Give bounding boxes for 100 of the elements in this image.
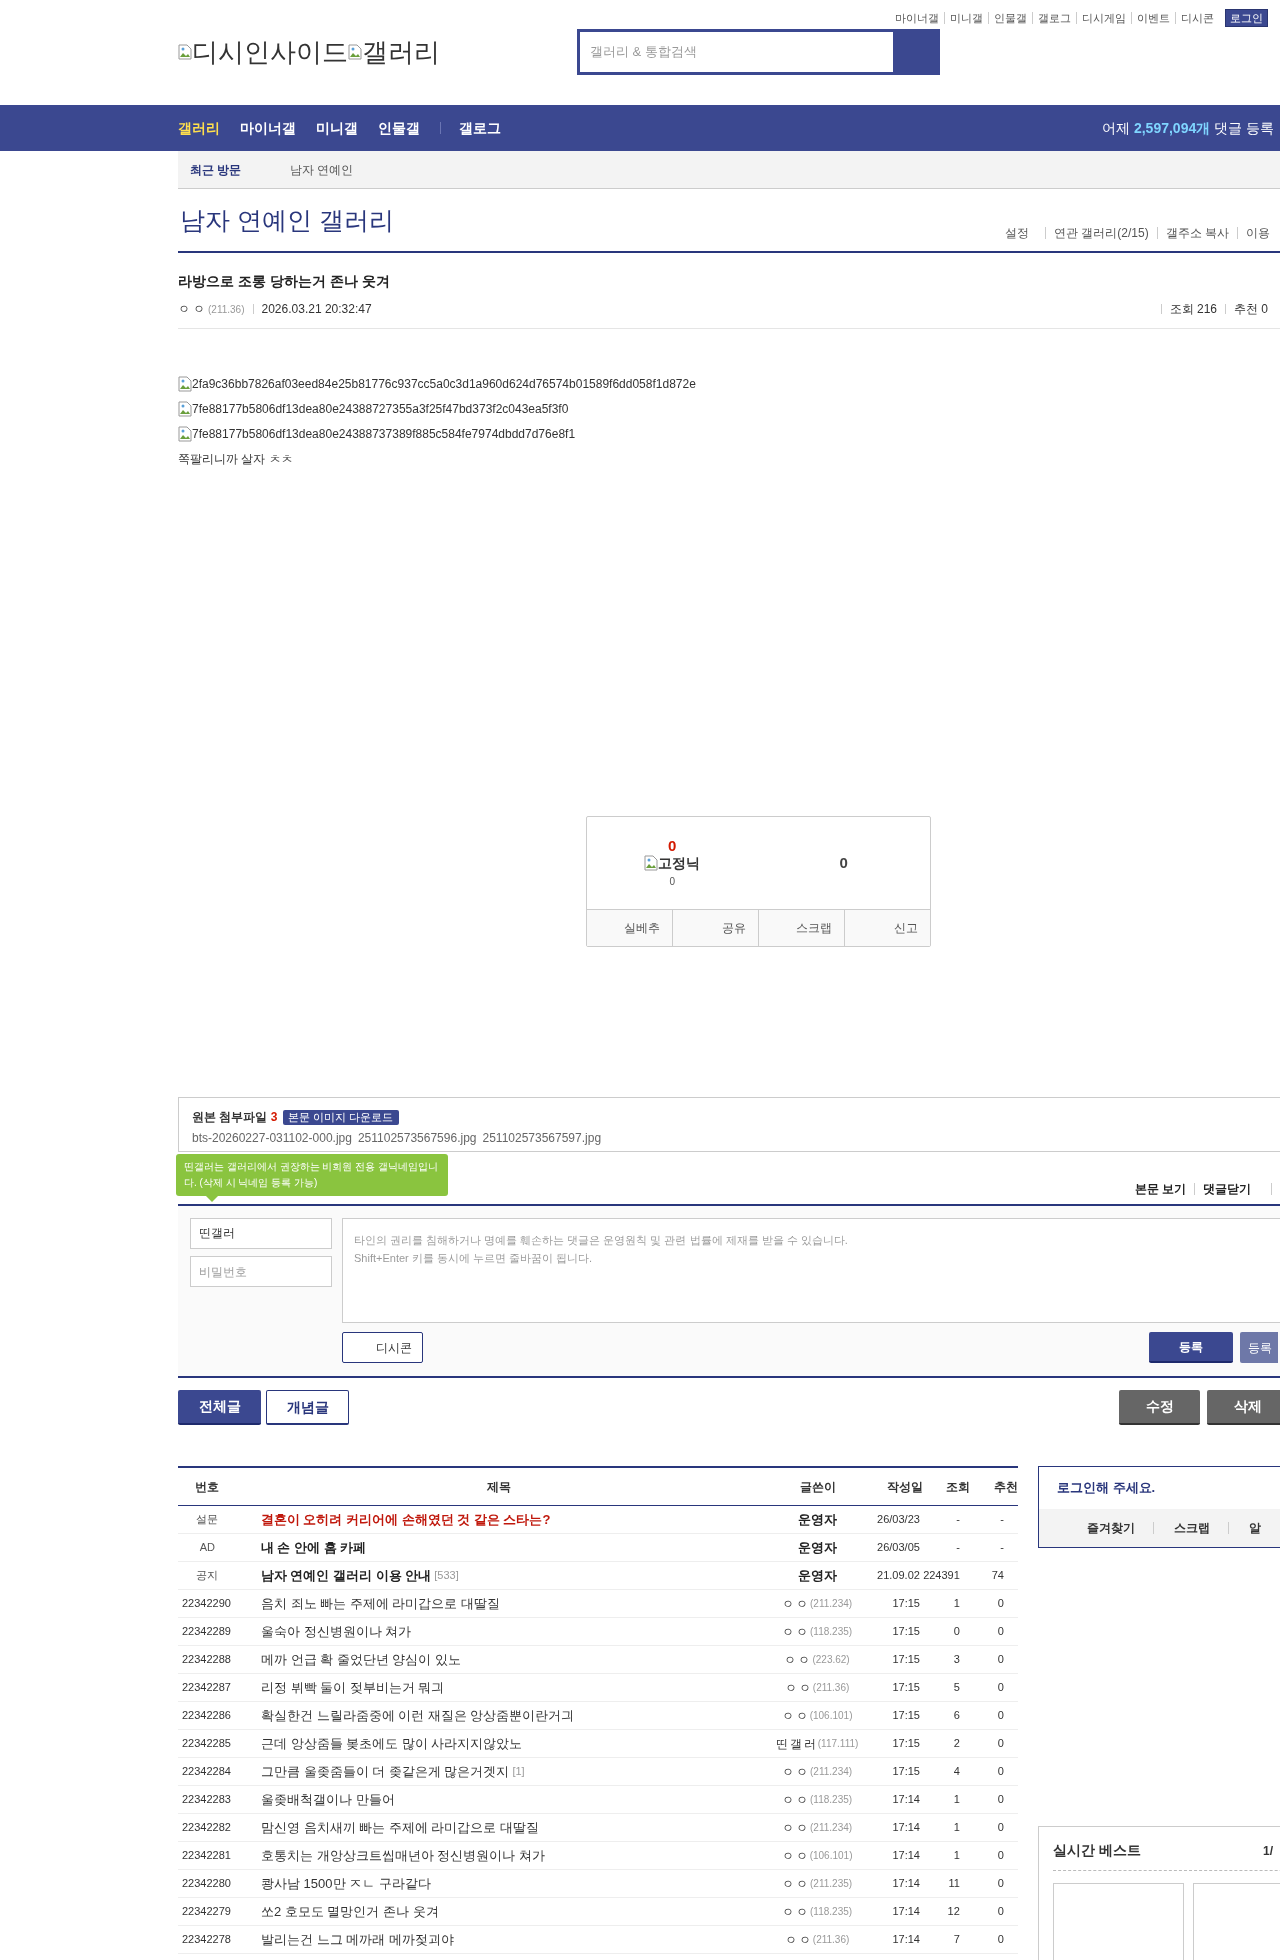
- best-page: 1/: [1263, 1842, 1273, 1860]
- top-link[interactable]: 디시콘: [1175, 12, 1219, 24]
- top-link[interactable]: 인물갤: [988, 12, 1032, 24]
- post-number: 22342280: [181, 1876, 232, 1892]
- column-header: 작성일: [885, 1478, 923, 1496]
- post-title-link[interactable]: 울숙아 정신병원이나 쳐가: [261, 1621, 412, 1642]
- comment-field[interactable]: 타인의 권리를 침해하거나 명예를 훼손하는 댓글은 운영원칙 및 관련 법률에 제재를 받을 수 있습니다. Shift+Enter 키를 동시에 누르면 줄바꿈이 됩니다.: [342, 1218, 1280, 1323]
- post-views: 2: [952, 1736, 961, 1752]
- post-author[interactable]: 띤갤러: [775, 1734, 818, 1753]
- column-header: 번호: [194, 1478, 221, 1496]
- author-ip: (223.62): [812, 1653, 850, 1667]
- author-ip: (211.36): [812, 1681, 850, 1695]
- post-author[interactable]: 운영자: [797, 1509, 837, 1530]
- post-author[interactable]: 운영자: [797, 1537, 837, 1558]
- post-title-link[interactable]: 메까 언급 확 줄었단년 양심이 있노: [261, 1649, 462, 1670]
- post-author[interactable]: ㅇㅇ: [782, 1874, 810, 1893]
- fixed-nick-count: 0: [669, 874, 676, 889]
- post-title-link[interactable]: 리정 뷔빡 둘이 젖부비는거 뭐긔: [261, 1677, 445, 1698]
- post-title-link[interactable]: 맘신영 음치새끼 빠는 주제에 라미갑으로 대딸질: [261, 1817, 540, 1838]
- nickname-field[interactable]: 띤갤러: [190, 1218, 332, 1249]
- attachment-file-link[interactable]: bts-20260227-031102-000.jpg: [192, 1129, 352, 1147]
- post-title-link[interactable]: 쾅사남 1500만 ㅈㄴ 구라같다: [261, 1873, 431, 1894]
- gallery-link[interactable]: 갤주소 복사: [1156, 227, 1237, 239]
- post-date: 17:15: [891, 1764, 921, 1780]
- attachment-file-link[interactable]: 251102573567597.jpg: [482, 1129, 602, 1147]
- post-author[interactable]: ㅇㅇ: [782, 1902, 810, 1921]
- post-title-link[interactable]: 호통치는 개앙상크트씹매년아 정신병원이나 쳐가: [261, 1845, 545, 1866]
- top-link[interactable]: 디시게임: [1076, 12, 1131, 24]
- image-alt-text: 2fa9c36bb7826af03eed84e25b81776c937cc5a0c3d1a960d624d76574b01589f6dd058f1d872e: [192, 375, 696, 393]
- top-link[interactable]: 마이너갤: [890, 12, 944, 24]
- post-recommends: 0: [996, 1652, 1005, 1668]
- dccon-button[interactable]: 디시콘: [342, 1332, 423, 1363]
- gallery-logo[interactable]: 갤러리: [362, 39, 440, 65]
- comment-header-link[interactable]: 본문 보기: [1126, 1183, 1194, 1195]
- image-download-button[interactable]: 본문 이미지 다운로드: [283, 1109, 399, 1125]
- top-link[interactable]: 갤로그: [1032, 12, 1076, 24]
- broken-image-icon: [178, 425, 192, 442]
- gallery-title[interactable]: 남자 연예인 갤러리: [180, 208, 394, 233]
- post-title-link[interactable]: 쏘2 호모도 멸망인거 존나 웃겨: [261, 1901, 439, 1922]
- post-action-button[interactable]: 실베추: [586, 910, 672, 946]
- post-author[interactable]: ㅇㅇ: [782, 1622, 810, 1641]
- gallery-link[interactable]: 설정: [996, 227, 1037, 239]
- login-button[interactable]: 로그인: [1225, 9, 1268, 27]
- post-title-link[interactable]: 남자 연예인 갤러리 이용 안내: [260, 1565, 432, 1586]
- post-title-link[interactable]: 확실한건 느릴라줌중에 이런 재질은 앙상줌뿐이란거긔: [261, 1705, 575, 1726]
- post-action-button[interactable]: 신고: [843, 910, 930, 946]
- login-prompt[interactable]: 로그인해 주세요.: [1039, 1467, 1280, 1509]
- post-author[interactable]: ㅇㅇ: [781, 1706, 810, 1725]
- post-recommends: 0: [996, 1792, 1005, 1808]
- post-author[interactable]: ㅇㅇ: [782, 1762, 810, 1781]
- post-title-link[interactable]: 울좆배척갤이나 만들어: [261, 1789, 395, 1810]
- author-name[interactable]: ㅇㅇ: [178, 300, 208, 318]
- post-author[interactable]: ㅇㅇ: [784, 1678, 813, 1697]
- post-views: 6: [952, 1708, 961, 1724]
- nav-tab[interactable]: 마이너갤: [240, 117, 296, 139]
- post-title-link[interactable]: 그만큼 울좆줌들이 더 좆같은게 많은거겟지: [261, 1761, 510, 1782]
- nav-tab[interactable]: 인물갤: [378, 117, 420, 139]
- post-author[interactable]: ㅇㅇ: [784, 1650, 813, 1669]
- comment-header-link[interactable]: 댓글닫기: [1194, 1183, 1272, 1195]
- password-field[interactable]: 비밀번호: [190, 1256, 332, 1287]
- post-date: 17:15: [891, 1652, 921, 1668]
- search-field[interactable]: 갤러리 & 통합검색: [577, 29, 940, 75]
- sidebar-link[interactable]: 스크랩: [1153, 1522, 1210, 1534]
- top-link[interactable]: 이벤트: [1131, 12, 1175, 24]
- nav-tab[interactable]: 갤러리: [178, 117, 220, 139]
- post-action-button[interactable]: 스크랩: [757, 910, 844, 946]
- gallery-link[interactable]: 이용: [1237, 227, 1278, 239]
- sidebar-link[interactable]: 즐겨찾기: [1087, 1522, 1135, 1534]
- post-action-button[interactable]: 공유: [671, 910, 758, 946]
- nav-tab[interactable]: 미니갤: [316, 117, 358, 139]
- list-tab[interactable]: 전체글: [178, 1390, 261, 1425]
- post-author[interactable]: ㅇㅇ: [784, 1930, 813, 1949]
- post-views: 1: [952, 1820, 961, 1836]
- gallery-link[interactable]: 연관 갤러리(2/15): [1044, 227, 1157, 239]
- post-author[interactable]: ㅇㅇ: [781, 1846, 810, 1865]
- submit-button[interactable]: 등록: [1149, 1332, 1233, 1363]
- post-title-link[interactable]: 결혼이 오히려 커리어에 손해였던 것 같은 스타는?: [260, 1509, 551, 1530]
- post-number: 22342290: [181, 1596, 232, 1612]
- attachment-file-link[interactable]: 251102573567596.jpg: [357, 1129, 477, 1147]
- recent-gallery-link[interactable]: 남자 연예인: [290, 160, 354, 179]
- post-title-link[interactable]: 음치 죄노 빠는 주제에 라미갑으로 대딸질: [261, 1593, 501, 1614]
- post-edit-button[interactable]: 삭제: [1207, 1390, 1280, 1425]
- nav-tab[interactable]: 갤로그: [459, 117, 501, 139]
- top-link[interactable]: 미니갤: [944, 12, 988, 24]
- author-ip: (118.235): [810, 1905, 853, 1919]
- submit-button[interactable]: 등록: [1240, 1332, 1278, 1363]
- post-title-link[interactable]: 근데 앙상줌들 봊초에도 많이 사라지지않았노: [261, 1733, 523, 1754]
- post-edit-button[interactable]: 수정: [1119, 1390, 1200, 1425]
- post-number: AD: [198, 1540, 217, 1556]
- post-title-link[interactable]: 발리는건 느그 메까래 메까젖괴야: [261, 1929, 454, 1950]
- post-author[interactable]: 운영자: [797, 1565, 837, 1586]
- sidebar-link[interactable]: 알: [1228, 1522, 1261, 1534]
- list-tab[interactable]: 개념글: [266, 1390, 349, 1425]
- post-number: 22342284: [181, 1764, 232, 1780]
- post-title-link[interactable]: 내 손 안에 홈 카페: [260, 1537, 367, 1558]
- site-logo[interactable]: 디시인사이드: [192, 39, 348, 65]
- post-author[interactable]: ㅇㅇ: [782, 1790, 810, 1809]
- post-views: 1: [952, 1792, 961, 1808]
- post-author[interactable]: ㅇㅇ: [782, 1594, 810, 1613]
- post-author[interactable]: ㅇㅇ: [782, 1818, 810, 1837]
